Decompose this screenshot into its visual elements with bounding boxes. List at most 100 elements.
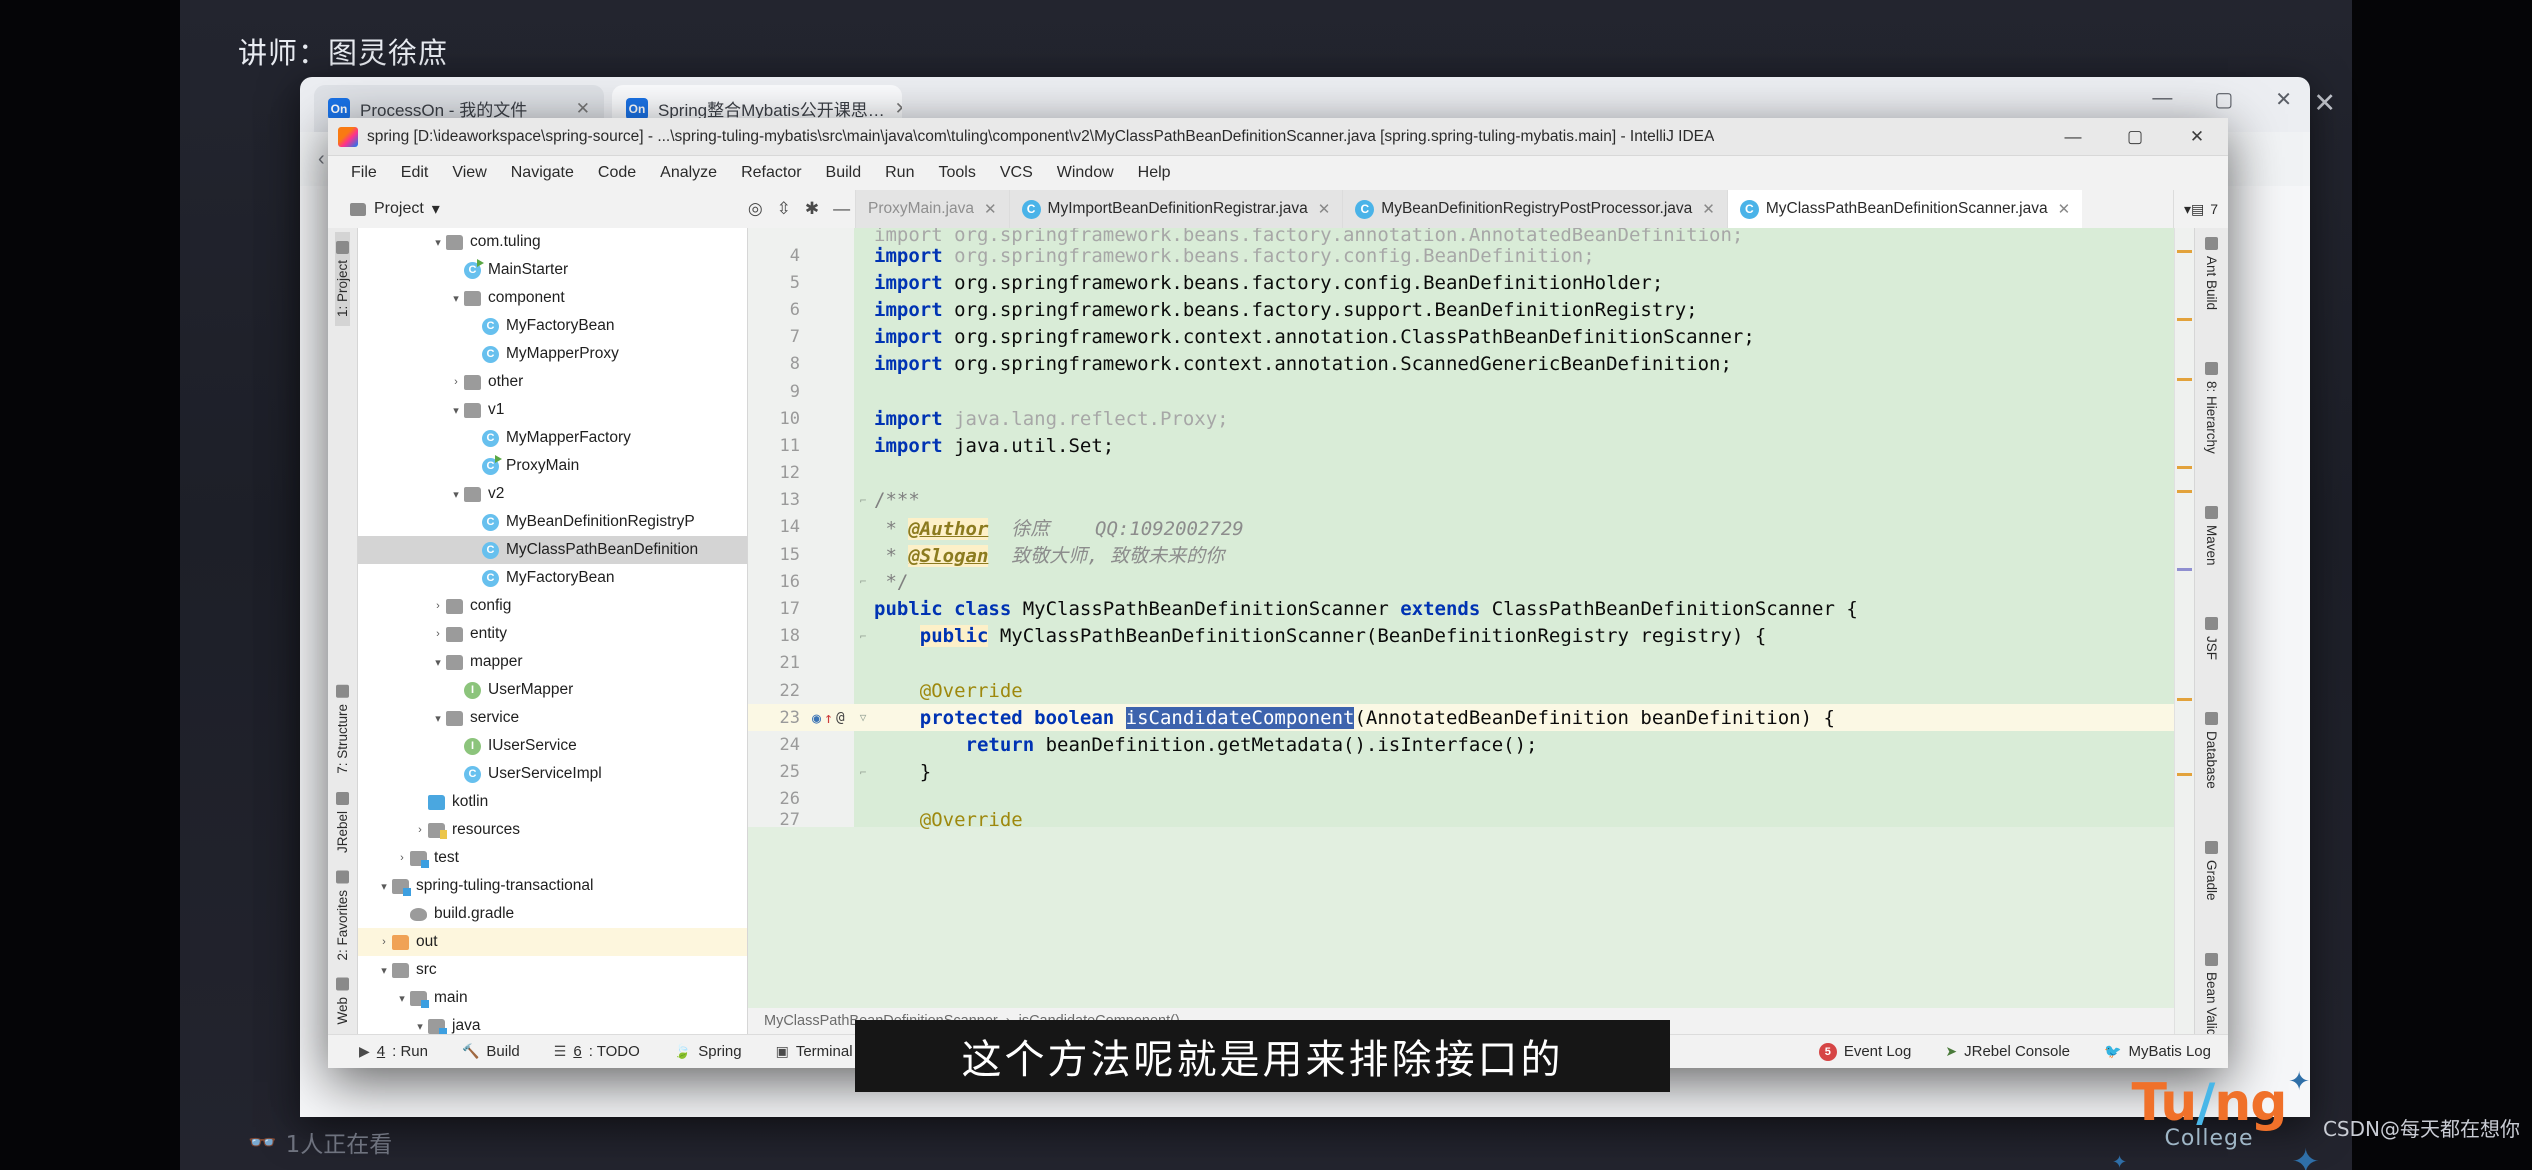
code-fold-handle[interactable] [854,378,872,405]
gutter-marks[interactable] [810,432,854,460]
minimize-icon[interactable]: — [833,199,850,219]
code-line[interactable]: 14 * @Author 徐庶 QQ:1092002729 [748,513,2174,542]
chevron-right-icon[interactable]: › [430,628,446,640]
code-fold-handle[interactable] [854,514,872,541]
tool-window-jsf[interactable]: JSF [2204,608,2219,669]
code-editor[interactable]: import org.springframework.beans.factory… [748,228,2174,1008]
code-line[interactable]: 5 import org.springframework.beans.factor… [748,269,2174,297]
tree-item[interactable]: C MyClassPathBeanDefinition [358,536,747,564]
code-line[interactable]: import org.springframework.beans.factory… [748,228,2174,246]
code-line[interactable]: 16 ⌐ */ [748,568,2174,596]
editor-marker[interactable] [2177,568,2192,571]
tool-window-project[interactable]: 1: Project [335,232,350,327]
close-icon[interactable]: ✕ [576,99,590,119]
override-arrow-icon[interactable]: ↑ [824,709,833,727]
gutter-marks[interactable] [810,649,854,677]
gutter-marks[interactable]: ◉ ↑ @ [810,704,854,732]
tree-item[interactable]: › config [358,592,747,620]
tool-window-web[interactable]: Web [335,969,350,1034]
maximize-button[interactable]: ▢ [2104,118,2166,156]
close-icon[interactable]: ✕ [1318,200,1331,218]
code-line[interactable]: 18 ⌐ public MyClassPathBeanDefinitionScan… [748,622,2174,650]
minimize-icon[interactable]: — [2152,87,2172,112]
gutter-marks[interactable] [810,731,854,759]
tree-item[interactable]: ▾ v1 [358,396,747,424]
menu-item-edit[interactable]: Edit [390,161,440,185]
status-item-todo[interactable]: ☰ 6: TODO [537,1043,657,1060]
tree-item[interactable]: ▾ com.tuling [358,228,747,256]
back-icon[interactable]: ‹ [318,148,325,171]
status-item-eventlog[interactable]: 5 Event Log [1802,1042,1929,1061]
chevron-right-icon[interactable]: › [430,600,446,612]
code-line[interactable]: 22 @Override [748,677,2174,705]
tree-item[interactable]: C MyBeanDefinitionRegistryP [358,508,747,536]
code-fold-handle[interactable] [854,351,872,378]
gutter-marks[interactable] [810,350,854,378]
tab-list-icon[interactable]: ▾▤ [2184,201,2204,218]
gutter-marks[interactable] [810,228,854,242]
tool-window-hierarchy[interactable]: 8: Hierarchy [2204,353,2219,463]
code-line[interactable]: 10 import java.lang.reflect.Proxy; [748,405,2174,433]
tree-item[interactable]: › entity [358,620,747,648]
editor-marker[interactable] [2177,773,2192,776]
menu-item-navigate[interactable]: Navigate [500,161,585,185]
gutter-marks[interactable] [810,568,854,596]
code-line[interactable]: 11 import java.util.Set; [748,432,2174,460]
tree-item[interactable]: ▾ spring-tuling-transactional [358,872,747,900]
code-fold-handle[interactable]: ⌐ [854,759,872,786]
tool-window-maven[interactable]: Maven [2204,497,2219,575]
settings-gear-icon[interactable]: ✱ [805,199,819,219]
tree-item[interactable]: build.gradle [358,900,747,928]
close-icon[interactable]: ✕ [895,99,902,119]
chevron-down-icon[interactable]: ▾ [430,712,446,725]
code-fold-handle[interactable]: ▽ [854,704,872,732]
code-line[interactable]: 8 import org.springframework.context.anno… [748,350,2174,378]
code-fold-handle[interactable] [854,595,872,622]
override-annotation-icon[interactable]: @ [836,710,844,726]
code-line[interactable]: 24 return beanDefinition.getMetadata().i… [748,731,2174,759]
chevron-down-icon[interactable]: ▾ [394,992,410,1005]
code-fold-handle[interactable] [854,813,872,827]
gutter-marks[interactable] [810,812,854,827]
menu-item-refactor[interactable]: Refactor [730,161,812,185]
tree-item[interactable]: C UserServiceImpl [358,760,747,788]
chevron-down-icon[interactable]: ▾ [432,199,440,219]
status-item-mybatislog[interactable]: 🐦 MyBatis Log [2087,1043,2228,1060]
code-fold-handle[interactable]: ⌐ [854,623,872,650]
gutter-marks[interactable] [810,242,854,270]
chevron-down-icon[interactable]: ▾ [430,236,446,249]
menu-item-help[interactable]: Help [1127,161,1182,185]
gutter-marks[interactable] [810,785,854,813]
target-icon[interactable]: ◎ [748,199,763,219]
code-line[interactable]: 13 ⌐/*** [748,486,2174,514]
editor-tabs-overflow[interactable]: ▾▤ 7 [2172,190,2228,228]
code-fold-handle[interactable] [854,269,872,296]
chevron-down-icon[interactable]: ▾ [448,488,464,501]
menu-item-vcs[interactable]: VCS [989,161,1044,185]
code-fold-handle[interactable] [854,324,872,351]
code-line[interactable]: 4 import org.springframework.beans.factor… [748,242,2174,270]
gutter-marks[interactable] [810,541,854,569]
editor-marker[interactable] [2177,466,2192,469]
tool-window-ant-build[interactable]: Ant Build [2204,228,2219,319]
menu-item-code[interactable]: Code [587,161,647,185]
menu-item-file[interactable]: File [340,161,388,185]
tree-item[interactable]: I IUserService [358,732,747,760]
chevron-right-icon[interactable]: › [394,852,410,864]
tree-item[interactable]: ▾ mapper [358,648,747,676]
chevron-right-icon[interactable]: › [412,824,428,836]
code-line[interactable]: 23 ◉ ↑ @ ▽ protected boolean isCandidateComp… [748,704,2174,732]
code-fold-handle[interactable] [854,432,872,459]
code-line[interactable]: 6 import org.springframework.beans.factor… [748,296,2174,324]
tree-item[interactable]: ▾ main [358,984,747,1012]
code-fold-handle[interactable]: ⌐ [854,568,872,595]
editor-tab-2[interactable]: C MyBeanDefinitionRegistryPostProcessor.j… [1342,190,1727,228]
code-line[interactable]: 21 [748,649,2174,677]
editor-marker[interactable] [2177,378,2192,381]
tool-window-database[interactable]: Database [2204,703,2219,798]
code-fold-handle[interactable] [854,228,872,242]
gutter-marks[interactable] [810,486,854,514]
code-line[interactable]: 17 public class MyClassPathBeanDefinition… [748,595,2174,623]
code-line[interactable]: 15 * @Slogan 致敬大师, 致敬未来的你 [748,541,2174,569]
tree-item[interactable]: ▾ src [358,956,747,984]
